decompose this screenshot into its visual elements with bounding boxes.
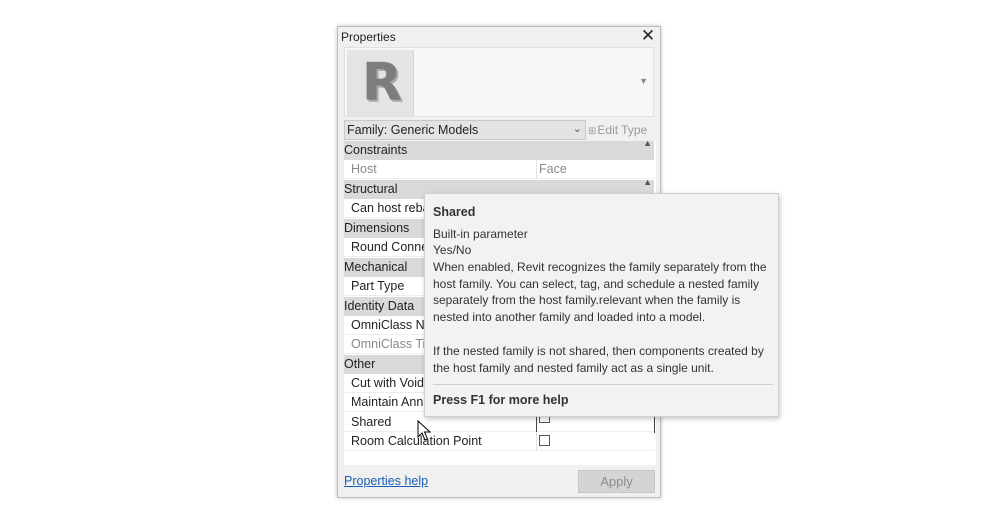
tooltip-title: Shared (433, 205, 476, 219)
tooltip-help-hint: Press F1 for more help (433, 393, 569, 407)
category-label: Structural (344, 182, 398, 196)
param-name: Maintain Ann (351, 395, 424, 409)
palette-title: Properties (341, 30, 396, 44)
edit-type-label: Edit Type (597, 123, 648, 137)
family-filter-label: Family: Generic Models (347, 123, 479, 137)
apply-button[interactable]: Apply (578, 470, 655, 493)
tooltip-parameter-type: Yes/No (433, 243, 472, 257)
chevron-down-icon: ⌄ (572, 123, 582, 135)
tooltip-parameter-kind: Built-in parameter (433, 227, 528, 241)
mouse-pointer-icon (417, 420, 431, 441)
collapse-icon[interactable]: ▲ (643, 138, 652, 148)
param-name: Part Type (351, 279, 405, 293)
param-name: OmniClass Nu (351, 318, 432, 332)
palette-titlebar[interactable]: Properties ✕ (338, 26, 660, 47)
shared-parameter-tooltip: Shared Built-in parameter Yes/No When en… (424, 193, 779, 417)
close-icon[interactable]: ✕ (639, 26, 657, 46)
param-name: Shared (351, 415, 392, 429)
category-label: Other (344, 357, 376, 371)
category-label: Mechanical (344, 260, 408, 274)
revit-logo-letter: R (362, 53, 403, 113)
tooltip-note: If the nested family is not shared, then… (433, 344, 764, 375)
tooltip-divider (433, 384, 773, 385)
param-name: Can host reba (351, 201, 430, 215)
param-row-room-calculation-point[interactable]: Room Calculation Point (344, 432, 654, 451)
room-calc-value-cell[interactable] (536, 432, 654, 451)
instance-filter-dropdown[interactable]: Family: Generic Models ⌄ (344, 120, 586, 140)
properties-help-link[interactable]: Properties help (344, 474, 428, 488)
edit-type-button[interactable]: ⊞Edit Type (588, 120, 656, 140)
category-constraints[interactable]: Constraints ▲ (344, 138, 654, 160)
param-name: Host (351, 162, 377, 176)
room-calculation-checkbox[interactable] (539, 435, 550, 446)
category-label: Constraints (344, 143, 408, 157)
family-thumbnail: R (347, 50, 414, 116)
param-name: OmniClass Tit (351, 337, 429, 351)
tooltip-description: When enabled, Revit recognizes the famil… (433, 260, 767, 324)
param-row-host[interactable]: Host Face (344, 160, 654, 179)
type-selector-preview[interactable]: R ▼ (344, 47, 654, 117)
param-value-cell[interactable]: Face (536, 160, 654, 179)
category-label: Dimensions (344, 221, 410, 235)
collapse-icon[interactable]: ▲ (643, 177, 652, 187)
edit-type-icon: ⊞ (588, 126, 597, 137)
dropdown-arrow-icon[interactable]: ▼ (639, 76, 648, 86)
category-label: Identity Data (344, 299, 415, 313)
param-name: Round Conne (351, 240, 429, 254)
param-value: Face (539, 162, 567, 176)
param-name: Cut with Void (351, 376, 424, 390)
